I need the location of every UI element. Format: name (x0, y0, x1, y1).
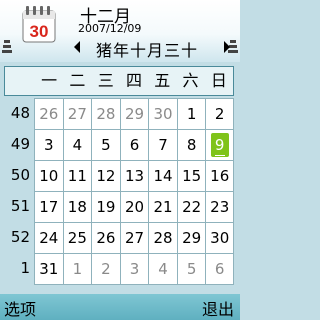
month-grid: 48 26 27 28 29 30 1 2 49 3 4 5 6 7 8 9 5… (4, 98, 234, 285)
day-cell[interactable]: 10 (34, 160, 63, 191)
day-cell[interactable]: 21 (148, 191, 177, 222)
day-cell[interactable]: 26 (91, 222, 120, 253)
day-cell[interactable]: 23 (205, 191, 234, 222)
day-cell[interactable]: 24 (34, 222, 63, 253)
week-number: 49 (4, 129, 34, 160)
lunar-nav-row: 猪年十月三十 (66, 37, 238, 60)
day-cell[interactable]: 4 (148, 253, 177, 285)
day-cell[interactable]: 25 (62, 222, 92, 253)
day-cell[interactable]: 16 (205, 160, 234, 191)
day-cell[interactable]: 1 (176, 98, 206, 129)
day-cell[interactable]: 3 (119, 253, 149, 285)
selected-day[interactable]: 9 (210, 133, 229, 157)
day-cell[interactable]: 18 (62, 191, 92, 222)
day-cell[interactable]: 5 (176, 253, 206, 285)
day-cell[interactable]: 2 (205, 98, 234, 129)
day-cell[interactable]: 12 (91, 160, 120, 191)
weekday-label: 一 (41, 71, 58, 90)
day-cell[interactable]: 7 (148, 129, 177, 160)
day-cell[interactable]: 28 (91, 98, 120, 129)
day-cell[interactable]: 27 (119, 222, 149, 253)
day-cell[interactable]: 5 (91, 129, 120, 160)
day-cell[interactable]: 17 (34, 191, 63, 222)
day-cell[interactable]: 31 (34, 253, 63, 285)
lunar-date: 猪年十月三十 (96, 41, 199, 60)
day-cell[interactable]: 6 (205, 253, 234, 285)
options-softkey[interactable]: 选项 (4, 296, 36, 320)
day-cell[interactable]: 27 (62, 98, 92, 129)
weekday-label: 日 (210, 71, 227, 90)
day-cell[interactable]: 28 (148, 222, 177, 253)
selected-date: 2007/12/09 (78, 22, 142, 35)
day-cell[interactable]: 22 (176, 191, 206, 222)
day-cell[interactable]: 14 (148, 160, 177, 191)
weekday-label: 三 (97, 71, 114, 90)
next-arrow-icon[interactable] (224, 41, 230, 53)
day-cell[interactable]: 30 (148, 98, 177, 129)
week-number: 51 (4, 191, 34, 222)
softkey-bar: 选项 退出 (0, 294, 240, 320)
calendar-header: 30 十二月 2007/12/09 猪年十月三十 (0, 0, 240, 62)
prev-arrow-icon[interactable] (74, 41, 80, 53)
day-cell-selected[interactable]: 9 (205, 129, 234, 160)
weekday-header: 一 二 三 四 五 六 日 (4, 66, 234, 96)
day-cell[interactable]: 29 (119, 98, 149, 129)
day-cell[interactable]: 4 (62, 129, 92, 160)
week-number: 50 (4, 160, 34, 191)
day-cell[interactable]: 29 (176, 222, 206, 253)
weekday-label: 六 (182, 71, 199, 90)
weekday-label: 二 (69, 71, 86, 90)
day-cell[interactable]: 15 (176, 160, 206, 191)
day-cell[interactable]: 3 (34, 129, 63, 160)
week-number: 1 (4, 253, 34, 285)
day-cell[interactable]: 11 (62, 160, 92, 191)
day-cell[interactable]: 19 (91, 191, 120, 222)
calendar-icon: 30 (22, 6, 56, 43)
day-cell[interactable]: 1 (62, 253, 92, 285)
week-number: 48 (4, 98, 34, 129)
day-cell[interactable]: 26 (34, 98, 63, 129)
day-cell[interactable]: 13 (119, 160, 149, 191)
day-cell[interactable]: 8 (176, 129, 206, 160)
calendar-icon-day: 30 (30, 22, 49, 41)
signal-indicator-icon (2, 40, 12, 53)
day-cell[interactable]: 6 (119, 129, 149, 160)
day-cell[interactable]: 2 (91, 253, 120, 285)
exit-softkey[interactable]: 退出 (202, 296, 234, 320)
day-cell[interactable]: 30 (205, 222, 234, 253)
week-number: 52 (4, 222, 34, 253)
day-cell[interactable]: 20 (119, 191, 149, 222)
weekday-label: 五 (154, 71, 171, 90)
weekday-label: 四 (125, 71, 142, 90)
